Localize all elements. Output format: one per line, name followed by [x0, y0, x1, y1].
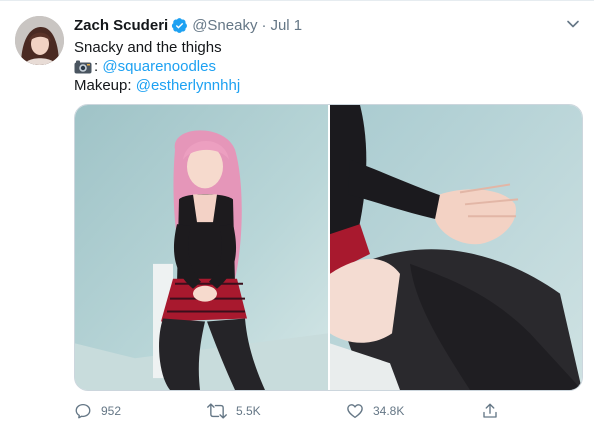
camera-icon — [74, 60, 92, 74]
tweet-text-line: Snacky and the thighs — [74, 39, 222, 56]
retweet-icon — [207, 403, 227, 419]
tweet-photo-1[interactable] — [75, 105, 328, 390]
share-button[interactable] — [481, 401, 499, 421]
makeup-credit-line: Makeup: @estherlynnhhj — [74, 76, 240, 95]
retweet-count: 5.5K — [236, 404, 261, 418]
tweet-actions: 952 5.5K 34.8K — [74, 401, 514, 421]
makeup-label: Makeup: — [74, 77, 132, 94]
separator-dot: · — [261, 16, 267, 34]
photo-credit-line: : @squarenoodles — [74, 57, 216, 76]
user-handle[interactable]: @Sneaky — [192, 17, 257, 34]
makeup-artist-link[interactable]: @estherlynnhhj — [136, 77, 240, 94]
tweet-card[interactable]: Zach Scuderi @Sneaky · Jul 1 Snacky and … — [0, 0, 594, 429]
reply-icon — [75, 403, 91, 419]
retweet-button[interactable]: 5.5K — [207, 401, 261, 421]
like-button[interactable]: 34.8K — [346, 401, 404, 421]
media-grid — [74, 104, 583, 391]
tweet-photo-2[interactable] — [330, 105, 582, 390]
like-count: 34.8K — [373, 404, 405, 418]
reply-button[interactable]: 952 — [74, 401, 121, 421]
share-icon — [483, 403, 497, 418]
reply-count: 952 — [101, 404, 122, 418]
tweet-date[interactable]: Jul 1 — [270, 17, 302, 34]
chevron-down-icon[interactable] — [564, 15, 582, 33]
tweet-header: Zach Scuderi @Sneaky · Jul 1 — [74, 15, 302, 35]
avatar[interactable] — [15, 16, 64, 65]
heart-icon — [347, 404, 363, 419]
photographer-link[interactable]: @squarenoodles — [102, 57, 216, 76]
display-name[interactable]: Zach Scuderi — [74, 17, 168, 34]
verified-badge-icon — [171, 17, 188, 34]
